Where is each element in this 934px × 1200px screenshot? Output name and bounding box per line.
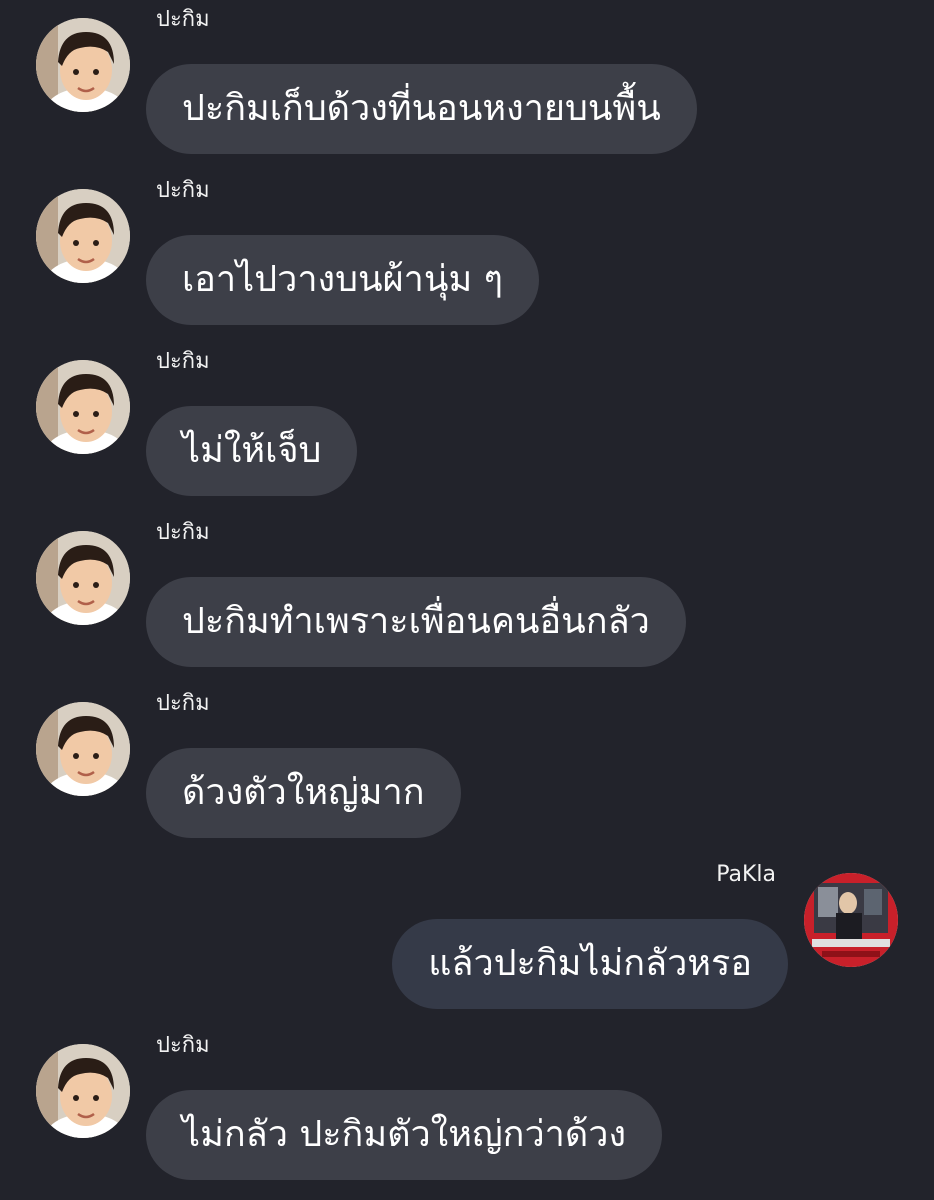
child-avatar-icon[interactable] [36,1044,130,1138]
message-bubble[interactable]: ด้วงตัวใหญ่มาก [146,748,461,838]
photo-avatar-icon[interactable] [804,873,898,967]
message-bubble[interactable]: ปะกิมเก็บด้วงที่นอนหงายบนพื้น [146,64,697,154]
message-bubble[interactable]: เอาไปวางบนผ้านุ่ม ๆ [146,235,539,325]
message-bubble[interactable]: แล้วปะกิมไม่กลัวหรอ [392,919,788,1009]
child-avatar-icon[interactable] [36,702,130,796]
message-bubble[interactable]: ไม่ให้เจ็บ [146,406,358,496]
sender-name: ปะกิม [156,691,210,716]
child-avatar-icon[interactable] [36,531,130,625]
child-avatar-icon[interactable] [36,189,130,283]
sender-name: ปะกิม [156,7,210,32]
sender-name: ปะกิม [156,1033,210,1058]
sender-name: ปะกิม [156,520,210,545]
sender-name: ปะกิม [156,178,210,203]
sender-name: ปะกิม [156,349,210,374]
message-bubble[interactable]: ไม่กลัว ปะกิมตัวใหญ่กว่าด้วง [146,1090,663,1180]
child-avatar-icon[interactable] [36,360,130,454]
message-bubble[interactable]: ปะกิมทำเพราะเพื่อนคนอื่นกลัว [146,577,686,667]
child-avatar-icon[interactable] [36,18,130,112]
sender-name: PaKla [716,862,776,887]
